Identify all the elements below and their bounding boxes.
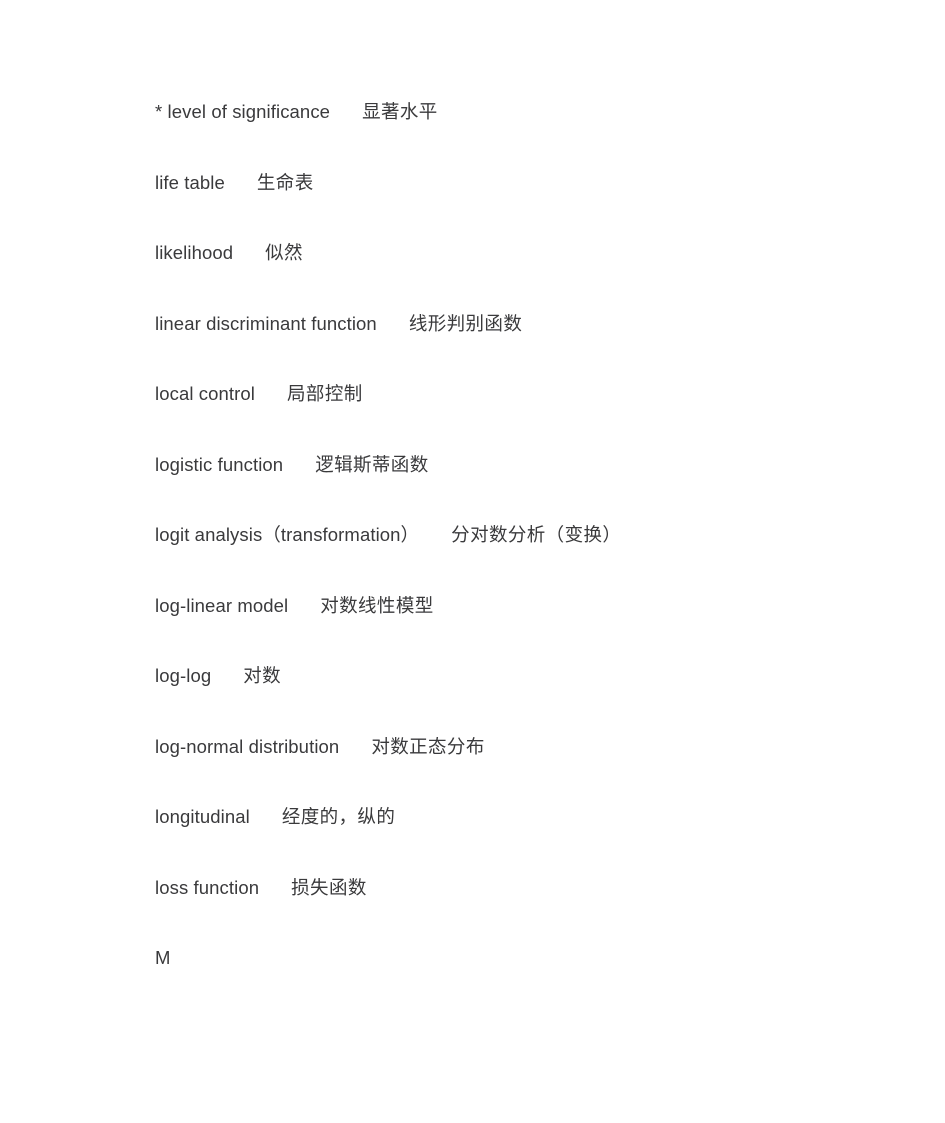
glossary-entry: likelihood 似然 [155,239,905,310]
glossary-term-english: log-linear model [155,594,289,616]
glossary-entry: log-log 对数 [155,662,905,733]
glossary-term-english: local control [155,383,256,404]
glossary-entry: longitudinal 经度的，纵的 [155,803,905,874]
glossary-term-chinese: 似然 [265,243,303,264]
glossary-term-english: log-log [155,665,212,686]
glossary-term-chinese: 经度的，纵的 [281,807,396,828]
glossary-entry: linear discriminant function 线形判别函数 [155,310,905,381]
document-page: * level of significance 显著水平 life table 生命… [0,0,945,1123]
glossary-term-chinese: 对数正态分布 [371,736,485,758]
glossary-term-english: * level of significance [155,101,331,122]
glossary-entry: logit analysis（transformation） 分对数分析（变换） [155,521,905,592]
glossary-term-english: life table [155,171,225,193]
glossary-term-chinese: 生命表 [256,172,314,194]
glossary-term-chinese: 显著水平 [362,102,438,123]
glossary-entry: local control 局部控制 [155,380,905,451]
glossary-term-english: linear discriminant function [155,312,377,334]
glossary-entry: life table 生命表 [155,169,905,240]
glossary-term-english: longitudinal [155,806,250,827]
glossary-section-heading: M [155,944,905,1015]
section-letter-label: M [155,947,171,968]
glossary-term-chinese: 损失函数 [291,877,367,899]
glossary-term-chinese: 对数线性模型 [320,595,434,617]
glossary-term-english: likelihood [155,242,234,263]
glossary-entry-list: * level of significance 显著水平 life table 生命… [155,98,905,1015]
glossary-entry: log-linear model 对数线性模型 [155,592,905,663]
glossary-term-english: loss function [155,876,260,898]
glossary-entry: log-normal distribution 对数正态分布 [155,733,905,804]
glossary-term-chinese: 对数 [243,666,282,687]
glossary-entry: loss function 损失函数 [155,874,905,945]
glossary-term-chinese: 逻辑斯蒂函数 [315,454,429,476]
glossary-term-chinese: 局部控制 [287,384,363,405]
glossary-term-english: logistic function [155,453,284,475]
glossary-term-english: log-normal distribution [155,735,340,757]
glossary-term-chinese: 分对数分析（变换） [451,525,622,546]
glossary-entry: * level of significance 显著水平 [155,98,905,169]
glossary-term-chinese: 线形判别函数 [408,313,523,335]
glossary-term-english: logit analysis（transformation） [155,524,420,545]
glossary-entry: logistic function 逻辑斯蒂函数 [155,451,905,522]
